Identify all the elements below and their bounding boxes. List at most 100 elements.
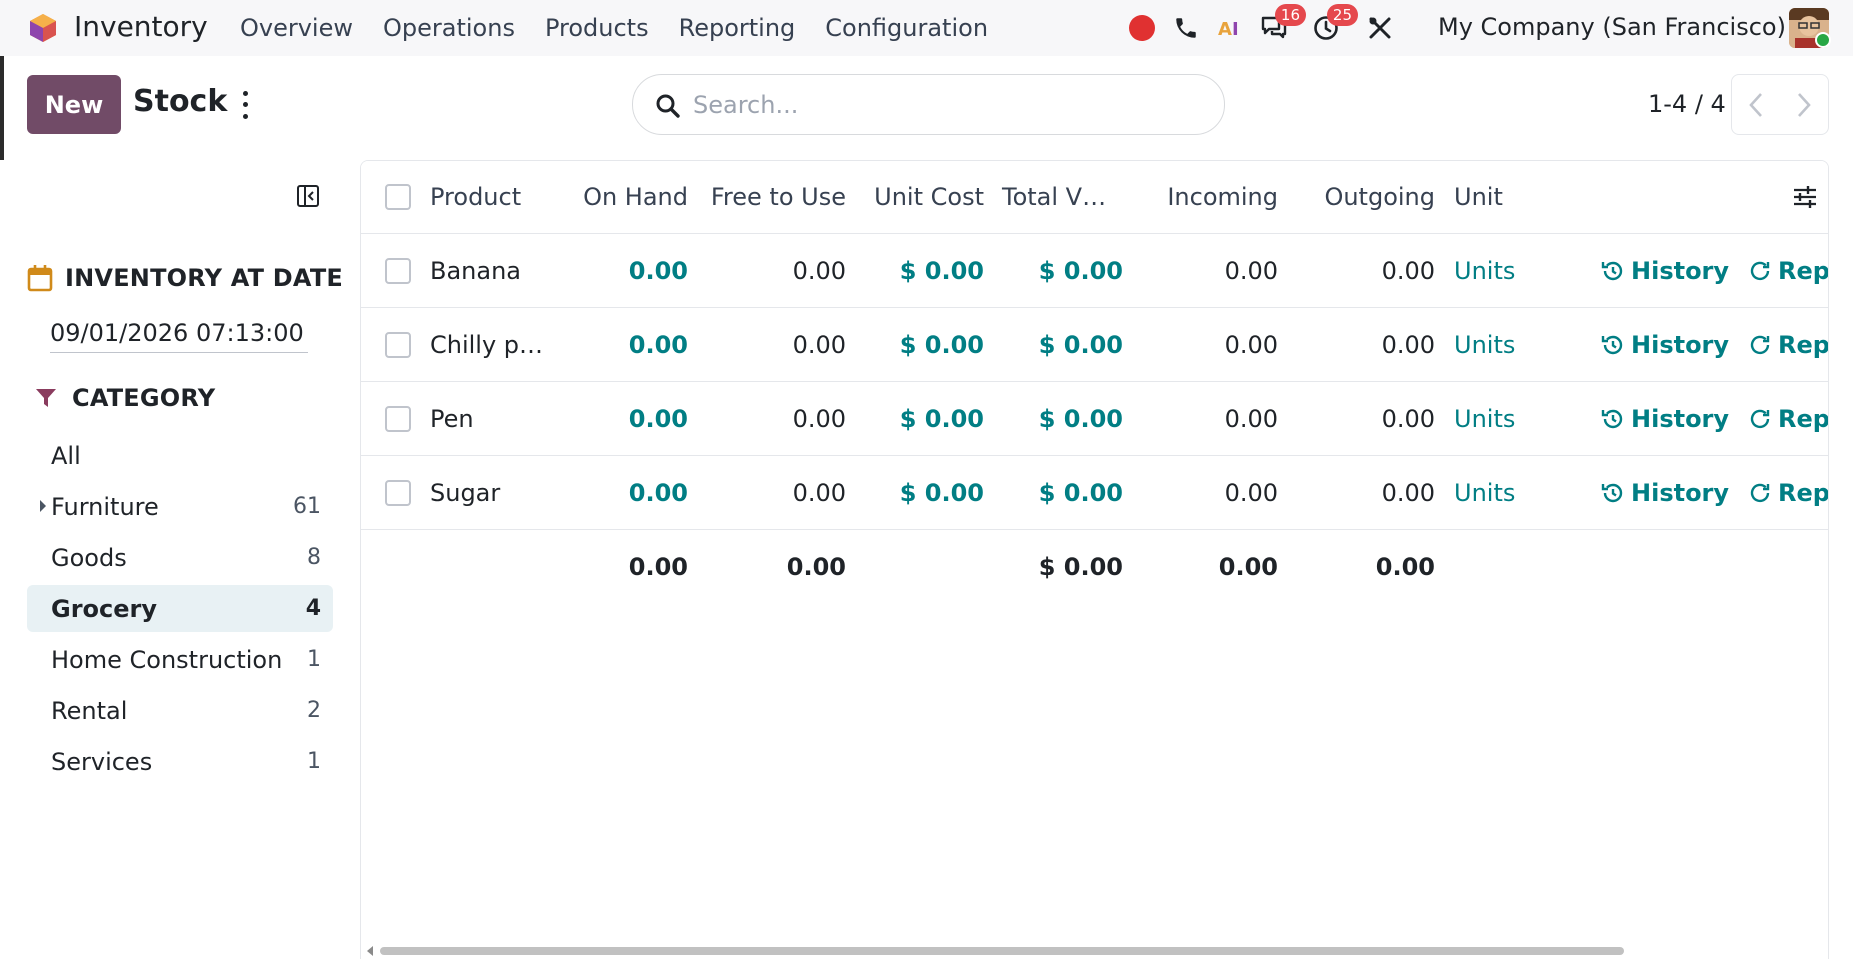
unit-cost-value[interactable]: $ 0.00 [861, 308, 984, 381]
pager-value[interactable]: 1-4 / 4 [1648, 90, 1726, 118]
outgoing-value: 0.00 [1381, 330, 1435, 359]
systray: AI 16 25 [1128, 4, 1410, 48]
history-label: History [1631, 404, 1730, 433]
column-on-hand[interactable]: On Hand [561, 161, 688, 233]
unit-cost-value[interactable]: $ 0.00 [861, 456, 984, 529]
unit-value[interactable]: Units [1454, 456, 1515, 529]
row-checkbox[interactable] [385, 308, 411, 381]
menu-reporting[interactable]: Reporting [679, 14, 796, 42]
replenish-label: Replenish [1778, 256, 1829, 285]
pager-next-icon[interactable] [1780, 75, 1828, 134]
pager-previous-icon[interactable] [1732, 75, 1780, 134]
history-button[interactable]: History [1601, 456, 1729, 529]
category-label: Services [51, 747, 153, 776]
on-hand-value[interactable]: 0.00 [561, 382, 688, 455]
total-value-value[interactable]: $ 0.00 [1002, 234, 1123, 307]
total-value-value[interactable]: $ 0.00 [1002, 308, 1123, 381]
on-hand-value[interactable]: 0.00 [561, 234, 688, 307]
category-item-rental[interactable]: Rental 2 [27, 687, 333, 734]
refresh-icon [1750, 483, 1770, 502]
phone-icon[interactable] [1172, 14, 1200, 42]
column-product[interactable]: Product [430, 161, 521, 233]
unit-cost-value[interactable]: $ 0.00 [861, 382, 984, 455]
messages-badge: 16 [1274, 4, 1306, 26]
replenish-button[interactable]: Replenish [1748, 382, 1829, 455]
inventory-app-icon[interactable] [28, 13, 58, 43]
menu-operations[interactable]: Operations [383, 14, 515, 42]
column-incoming[interactable]: Incoming [1161, 161, 1278, 233]
free-to-use-value: 0.00 [792, 330, 846, 359]
replenish-label: Replenish [1778, 478, 1829, 507]
optional-columns-icon[interactable] [1792, 161, 1818, 233]
table-row[interactable]: Banana 0.00 0.00 $ 0.00 $ 0.00 0.00 0.00… [361, 234, 1829, 308]
on-hand-value[interactable]: 0.00 [561, 456, 688, 529]
product-name[interactable]: Pen [430, 382, 474, 455]
unit-cost-value[interactable]: $ 0.00 [861, 234, 984, 307]
new-button[interactable]: New [27, 75, 121, 134]
menu-products[interactable]: Products [545, 14, 649, 42]
category-item-home-construction[interactable]: Home Construction 1 [27, 636, 333, 683]
history-button[interactable]: History [1601, 234, 1729, 307]
column-total-value[interactable]: Total V… [1002, 161, 1106, 233]
svg-text:I: I [1232, 19, 1239, 40]
category-header: CATEGORY [34, 384, 215, 412]
category-item-goods[interactable]: Goods 8 [27, 534, 333, 581]
chat-icon[interactable]: 16 [1260, 4, 1306, 42]
search-icon [656, 94, 680, 118]
incoming-value: 0.00 [1224, 478, 1278, 507]
column-free-to-use[interactable]: Free to Use [701, 161, 846, 233]
row-checkbox[interactable] [385, 234, 411, 307]
history-icon [1601, 335, 1623, 354]
product-name[interactable]: Sugar [430, 456, 500, 529]
category-item-grocery[interactable]: Grocery 4 [27, 585, 333, 632]
history-label: History [1631, 478, 1730, 507]
category-label: Rental [51, 696, 128, 725]
history-button[interactable]: History [1601, 382, 1729, 455]
clock-icon[interactable]: 25 [1312, 4, 1358, 42]
total-value-value[interactable]: $ 0.00 [1002, 382, 1123, 455]
horizontal-scrollbar-thumb[interactable] [380, 947, 1624, 955]
menu-overview[interactable]: Overview [240, 14, 353, 42]
app-name[interactable]: Inventory [74, 10, 208, 43]
replenish-button[interactable]: Replenish [1748, 308, 1828, 381]
record-icon[interactable] [1128, 14, 1156, 42]
search-input[interactable] [693, 87, 1193, 123]
unit-value[interactable]: Units [1454, 382, 1515, 455]
inventory-date-field[interactable] [50, 313, 308, 353]
category-item-services[interactable]: Services 1 [27, 738, 333, 785]
history-icon [1601, 261, 1623, 280]
replenish-label: Replenish [1778, 404, 1829, 433]
select-all-checkbox[interactable] [385, 161, 411, 233]
row-checkbox[interactable] [385, 456, 411, 529]
search-bar[interactable] [632, 74, 1225, 135]
incoming-value: 0.00 [1224, 256, 1278, 285]
replenish-button[interactable]: Replenish [1748, 234, 1829, 307]
table-row[interactable]: Sugar 0.00 0.00 $ 0.00 $ 0.00 0.00 0.00 … [361, 456, 1829, 530]
product-name[interactable]: Chilly p… [430, 308, 543, 381]
column-outgoing[interactable]: Outgoing [1291, 161, 1435, 233]
tools-icon[interactable] [1366, 14, 1394, 42]
row-checkbox[interactable] [385, 382, 411, 455]
inventory-at-date-title: INVENTORY AT DATE [65, 264, 343, 292]
unit-value[interactable]: Units [1454, 308, 1515, 381]
unit-value[interactable]: Units [1454, 234, 1515, 307]
toggle-sidebar-icon[interactable] [296, 184, 320, 208]
more-actions-icon[interactable] [236, 88, 254, 122]
table-row[interactable]: Pen 0.00 0.00 $ 0.00 $ 0.00 0.00 0.00 Un… [361, 382, 1829, 456]
category-item-furniture[interactable]: Furniture 61 [27, 483, 333, 530]
ai-icon[interactable]: AI [1216, 14, 1244, 42]
category-item-all[interactable]: All [27, 432, 333, 479]
replenish-button[interactable]: Replenish [1748, 456, 1829, 529]
product-name[interactable]: Banana [430, 234, 521, 307]
expand-caret-icon[interactable] [40, 500, 46, 512]
menu-configuration[interactable]: Configuration [825, 14, 988, 42]
on-hand-value[interactable]: 0.00 [561, 308, 688, 381]
table-row[interactable]: Chilly p… 0.00 0.00 $ 0.00 $ 0.00 0.00 0… [361, 308, 1828, 382]
total-value-value[interactable]: $ 0.00 [1002, 456, 1123, 529]
scroll-left-icon[interactable] [365, 945, 375, 957]
column-unit[interactable]: Unit [1454, 161, 1503, 233]
history-button[interactable]: History [1601, 308, 1729, 381]
company-switcher[interactable]: My Company (San Francisco) [1438, 13, 1786, 41]
column-unit-cost[interactable]: Unit Cost [861, 161, 984, 233]
stock-list: Product On Hand Free to Use Unit Cost To… [360, 160, 1829, 959]
